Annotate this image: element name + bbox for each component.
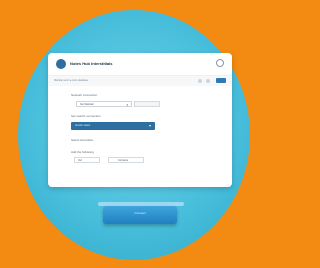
filter-label: Set search connection (71, 114, 101, 118)
chevron-down-icon: ▾ (148, 123, 151, 128)
entry-input-value: Val (78, 159, 82, 162)
source-select[interactable]: Vendor select ▾ (71, 122, 155, 130)
connection-secondary-box[interactable] (134, 101, 160, 107)
device-label: Connect (134, 211, 146, 215)
settings-icon[interactable] (216, 59, 224, 67)
extra-label: Select Accordion (71, 138, 94, 142)
entry-secondary-value: Compute (118, 159, 129, 162)
info-bar-text: Maintain and re-scan database (54, 79, 89, 82)
info-dot-icon[interactable] (206, 79, 210, 83)
source-select-value: Vendor select (75, 124, 91, 127)
info-bar: Maintain and re-scan database (48, 76, 232, 86)
info-action-button[interactable] (216, 78, 226, 83)
entry-secondary-input[interactable]: Compute (108, 157, 144, 163)
chevron-down-icon: ▾ (126, 103, 128, 107)
connection-select-value: Set Maintain (80, 103, 94, 106)
connection-label: Network connection (71, 93, 98, 97)
info-dot-icon[interactable] (198, 79, 202, 83)
title-bar: Notes Hub Interstitials (48, 53, 232, 76)
connection-select[interactable]: Set Maintain ▾ (76, 101, 132, 107)
app-window: Notes Hub Interstitials Maintain and re-… (48, 53, 232, 187)
entry-input[interactable]: Val (74, 157, 100, 163)
entry-label: Add the following (71, 150, 94, 154)
app-logo-icon (56, 59, 66, 69)
app-title: Notes Hub Interstitials (70, 61, 113, 66)
device-base: Connect (103, 206, 177, 224)
